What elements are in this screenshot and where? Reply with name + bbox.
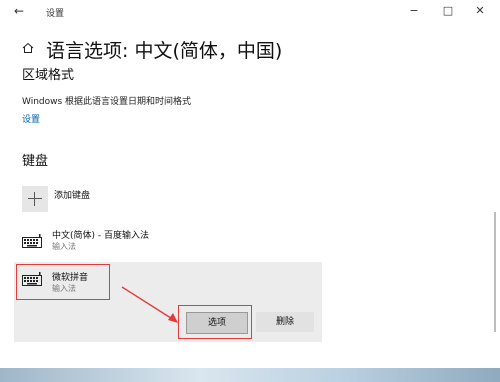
desktop-background-strip: [0, 368, 500, 382]
remove-button[interactable]: 删除: [256, 312, 314, 332]
annotation-arrow-icon: [121, 286, 178, 323]
scrollbar[interactable]: [494, 212, 496, 332]
options-button[interactable]: 选项: [186, 312, 248, 334]
